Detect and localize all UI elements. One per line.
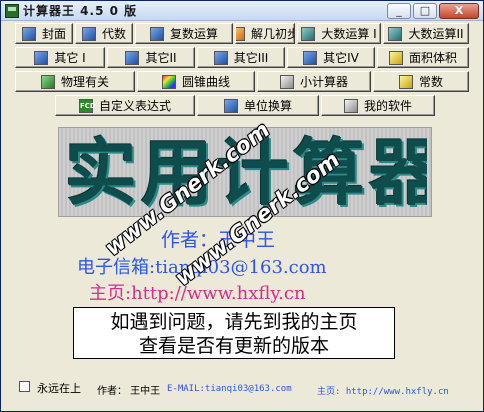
complex-icon [149, 26, 164, 41]
tab-cover[interactable]: 封面 [15, 23, 73, 44]
tab-geometry[interactable]: 解几初步 [235, 23, 295, 44]
physics-icon [40, 74, 55, 89]
other2-icon [125, 50, 140, 65]
tab-label: 圆锥曲线 [181, 75, 230, 89]
tab-bignum-2[interactable]: 大数运算II [383, 23, 469, 44]
always-on-top-label[interactable]: 永远在上 [37, 380, 81, 396]
tab-label: 小计算器 [299, 75, 348, 89]
status-author: 作者： 王中王 [97, 386, 161, 397]
tab-algebra[interactable]: 代数 [75, 23, 133, 44]
tab-other-2[interactable]: 其它II [107, 47, 195, 68]
tab-label: 代数 [101, 27, 126, 41]
conic-icon [161, 74, 176, 89]
tab-label: 单位换算 [243, 99, 292, 113]
minimize-button[interactable]: _ [387, 3, 411, 19]
tab-physics[interactable]: 物理有关 [15, 71, 135, 92]
toolbar-row-1: 封面 代数 复数运算 解几初步 大数运算 I 大数运算II [1, 23, 483, 44]
other3-icon [213, 50, 228, 65]
help-icon [343, 98, 358, 113]
cover-icon [21, 26, 36, 41]
tab-label: 常数 [418, 75, 443, 89]
always-on-top-checkbox[interactable] [19, 381, 30, 392]
tab-unit-convert[interactable]: 单位换算 [197, 95, 319, 116]
tab-other-3[interactable]: 其它III [197, 47, 285, 68]
toolbar-row-2: 其它 I 其它II 其它III 其它IV 面积体积 [1, 47, 483, 68]
title-bar[interactable]: 计算器王 4.5 0 版 _ □ X [1, 1, 483, 21]
app-logo-icon [5, 3, 19, 18]
notice-line-1: 如遇到问题，请先到我的主页 [110, 311, 358, 333]
bignum1-icon [301, 26, 316, 41]
tab-label: 封面 [41, 27, 66, 41]
tab-area-volume[interactable]: 面积体积 [377, 47, 469, 68]
tab-label: 自定义表达式 [98, 99, 171, 113]
area-volume-icon [388, 50, 403, 65]
tab-my-software[interactable]: 我的软件 [321, 95, 435, 116]
window-title: 计算器王 4.5 0 版 [23, 4, 138, 18]
tab-constant[interactable]: 常数 [373, 71, 469, 92]
tab-custom-expression[interactable]: FCD 自定义表达式 [55, 95, 195, 116]
tab-bignum-1[interactable]: 大数运算 I [297, 23, 381, 44]
tab-label: 其它IV [323, 51, 359, 65]
toolbar-row-4: FCD 自定义表达式 单位换算 我的软件 [1, 95, 483, 116]
tab-complex[interactable]: 复数运算 [135, 23, 233, 44]
tab-other-4[interactable]: 其它IV [287, 47, 375, 68]
tab-other-1[interactable]: 其它 I [15, 47, 105, 68]
fcd-icon: FCD [78, 98, 96, 113]
window-controls: _ □ X [387, 3, 479, 19]
notice-line-2: 查看是否有更新的版本 [138, 335, 329, 357]
bignum2-icon [388, 26, 403, 41]
maximize-button[interactable]: □ [413, 3, 437, 19]
unit-icon [223, 98, 238, 113]
status-homepage: 主页: http://www.hxfly.cn [317, 387, 449, 397]
other1-icon [34, 50, 49, 65]
tab-label: 解几初步 [251, 27, 295, 41]
app-window: 计算器王 4.5 0 版 _ □ X 封面 代数 复数运算 解几初步 大数运算 … [0, 0, 484, 412]
tab-label: 物理有关 [60, 75, 109, 89]
algebra-icon [81, 26, 96, 41]
mini-calc-icon [279, 74, 294, 89]
tab-label: 大数运算II [408, 27, 464, 41]
tab-label: 大数运算 I [321, 27, 377, 41]
tab-conic[interactable]: 圆锥曲线 [137, 71, 255, 92]
toolbar-row-3: 物理有关 圆锥曲线 小计算器 常数 [1, 71, 483, 92]
tab-mini-calc[interactable]: 小计算器 [257, 71, 371, 92]
other4-icon [303, 50, 318, 65]
tab-label: 面积体积 [408, 51, 457, 65]
notice-box: 如遇到问题，请先到我的主页 查看是否有更新的版本 [73, 307, 395, 359]
close-button[interactable]: X [439, 3, 479, 19]
constant-icon [398, 74, 413, 89]
tab-label: 其它III [233, 51, 269, 65]
tab-label: 其它II [145, 51, 177, 65]
homepage-text[interactable]: 主页:http://www.hxfly.cn [89, 279, 306, 305]
tab-label: 我的软件 [363, 99, 412, 113]
status-email: E-MAIL:tianqi03@163.com [167, 384, 292, 394]
geometry-icon [236, 26, 245, 41]
tab-label: 其它 I [54, 51, 86, 65]
tab-label: 复数运算 [169, 27, 218, 41]
